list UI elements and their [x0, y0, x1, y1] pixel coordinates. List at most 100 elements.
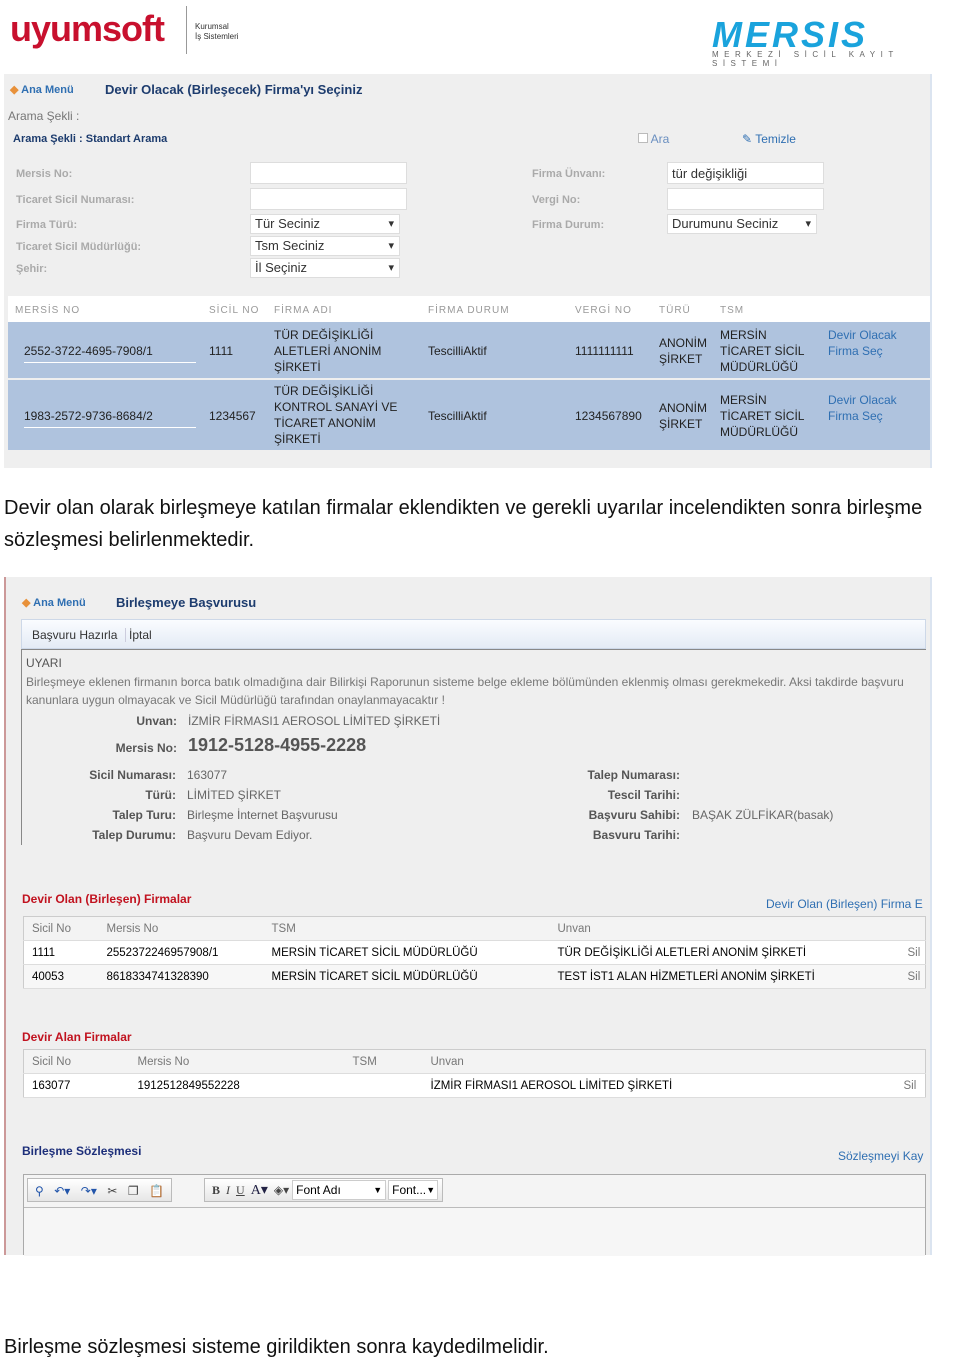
arrow-left-icon: ◆: [10, 84, 19, 96]
firma-turu-select[interactable]: Tür Seciniz: [250, 214, 400, 234]
cell-mersis: 1912512849552228: [129, 1073, 345, 1098]
page-title: Birleşmeye Başvurusu: [116, 595, 257, 610]
vergi-no-input[interactable]: [667, 188, 824, 210]
firma-unvani-input[interactable]: tür değişikliği: [667, 162, 824, 184]
ana-menu-label: Ana Menü: [33, 597, 86, 609]
redo-icon[interactable]: ↷▾: [78, 1184, 100, 1198]
ticaret-sicil-no-label: Ticaret Sicil Numarası:: [16, 194, 135, 206]
cell-sicil: 1111: [209, 344, 234, 358]
ana-menu-link[interactable]: ◆ Ana Menü: [22, 596, 86, 609]
ana-menu-label: Ana Menü: [21, 84, 74, 96]
sozlesmeyi-kaydet-link[interactable]: Sözleşmeyi Kay: [838, 1149, 923, 1163]
ara-checkbox[interactable]: Ara: [638, 132, 669, 146]
font-name-value: Font Adı: [296, 1183, 341, 1197]
sil-link[interactable]: Sil: [907, 964, 926, 989]
devir-olacak-firma-sec-link[interactable]: Devir Olacak Firma Seç: [828, 392, 898, 424]
highlight-color-icon[interactable]: ◈▾: [271, 1183, 292, 1197]
paste-icon[interactable]: 📋: [146, 1184, 167, 1198]
col-sicil: SİCİL NO: [209, 305, 260, 316]
birlesme-basvuru-screenshot: ◆ Ana Menü Birleşmeye Başvurusu Başvuru …: [4, 577, 932, 1256]
firma-durum-value: Durumunu Seciniz: [672, 216, 779, 231]
cell-mersis: 2552372246957908/1: [98, 940, 264, 965]
col-unvan: Unvan: [422, 1049, 896, 1074]
firma-turu-value: Tür Seciniz: [255, 216, 321, 231]
uyumsoft-logo: uyumsoft: [10, 8, 165, 49]
italic-button[interactable]: I: [223, 1183, 233, 1198]
mersis-no-label: Mersis No:: [16, 168, 73, 180]
mersis-no-label: Mersis No:: [115, 741, 177, 755]
ara-label: Ara: [650, 132, 670, 146]
cell-vergi: 1234567890: [575, 409, 642, 423]
info-label: Talep Numarası:: [587, 768, 680, 782]
info-label: Talep Durumu:: [92, 828, 176, 842]
ana-menu-link[interactable]: ◆ Ana Menü: [10, 83, 74, 96]
cell-firma: TÜR DEĞİŞİKLİĞİ KONTROL SANAYİ VE TİCARE…: [274, 384, 398, 446]
editor-body[interactable]: [24, 1207, 925, 1256]
cell-durum: TescilliAktif: [428, 344, 487, 358]
col-durum: FİRMA DURUM: [428, 305, 510, 316]
chevron-down-icon: ▼: [373, 1185, 383, 1195]
info-label: Tescil Tarihi:: [607, 788, 680, 802]
cell-turu: ANONİM ŞİRKET: [659, 336, 707, 366]
table-row: 40053 8618334741328390 MERSİN TİCARET SİCİ…: [23, 964, 926, 989]
cell-unvan: TÜR DEĞİŞİKLİĞİ ALETLERİ ANONİM ŞİRKETİ: [549, 940, 908, 965]
mersis-no-value: 1912-5128-4955-2228: [188, 735, 367, 755]
paragraph-2: Birleşme sözleşmesi sisteme girildikten …: [4, 1336, 549, 1358]
uyari-text: Birleşmeye eklenen firmanın borca batık …: [26, 675, 904, 707]
devir-olacak-firma-sec-link[interactable]: Devir Olacak Firma Seç: [828, 327, 898, 359]
firma-unvani-label: Firma Ünvanı:: [532, 168, 606, 180]
firma-turu-label: Firma Türü:: [16, 219, 78, 231]
arama-sekli-label: Arama Şekli :: [8, 109, 80, 123]
table-row: 1111 2552372246957908/1 MERSİN TİCARET SİC…: [23, 940, 926, 965]
col-firma: FİRMA ADI: [274, 305, 333, 316]
tsm-label: Ticaret Sicil Müdürlüğü:: [16, 241, 142, 253]
info-label: Başvuru Sahibi:: [588, 808, 680, 822]
cut-icon[interactable]: ✂: [104, 1184, 120, 1198]
tab-basvuru-hazirla[interactable]: Başvuru Hazırla: [32, 628, 127, 642]
font-color-button[interactable]: A▾: [248, 1182, 271, 1199]
ticaret-sicil-no-input[interactable]: [250, 188, 407, 210]
arama-sekli-value: Arama Şekli : Standart Arama: [13, 133, 168, 145]
cell-unvan: İZMİR FİRMASI1 AEROSOL LİMİTED ŞİRKETİ: [422, 1073, 896, 1098]
sehir-select[interactable]: İl Seçiniz: [250, 258, 400, 278]
info-label: Basvuru Tarihi:: [592, 828, 680, 842]
right-info: Talep Numarası: Tescil Tarihi: Başvuru S…: [520, 765, 834, 845]
undo-icon[interactable]: ↶▾: [51, 1184, 73, 1198]
cell-firma: TÜR DEĞİŞİKLİĞİ ALETLERİ ANONİM ŞİRKETİ: [274, 328, 382, 374]
cell-sicil: 1234567: [209, 409, 256, 423]
sil-link[interactable]: Sil: [907, 940, 926, 965]
devir-olan-firma-ekle-link[interactable]: Devir Olan (Birleşen) Firma E: [766, 897, 923, 911]
cell-turu: ANONİM ŞİRKET: [659, 401, 707, 431]
copy-icon[interactable]: ❐: [125, 1184, 142, 1198]
cell-sicil: 163077: [23, 1073, 130, 1098]
sehir-label: Şehir:: [16, 263, 48, 275]
tsm-select[interactable]: Tsm Seciniz: [250, 236, 400, 256]
tab-bar: Başvuru Hazırla İptal: [21, 619, 926, 649]
firma-search-screenshot: ◆ Ana Menü Devir Olacak (Birleşecek) Fir…: [4, 74, 932, 468]
sil-link[interactable]: Sil: [895, 1073, 926, 1098]
table-row[interactable]: 2552-3722-4695-7908/1 1111 TÜR DEĞİŞİKLİ…: [8, 322, 930, 378]
cell-tsm: MERSİN TİCARET SİCİL MÜDÜRLÜĞÜ: [720, 328, 805, 374]
temizle-button[interactable]: ✎ Temizle: [742, 132, 796, 146]
info-value: 163077: [187, 768, 228, 782]
uyumsoft-logo-sub: Kurumsal İş Sistemleri: [186, 6, 239, 54]
table-row: 163077 1912512849552228 İZMİR FİRMASI1 AER…: [23, 1073, 926, 1098]
cell-sicil: 40053: [23, 964, 99, 989]
col-vergi: VERGİ NO: [575, 305, 632, 316]
font-size-select[interactable]: Font... ▼: [388, 1180, 439, 1200]
font-name-select[interactable]: Font Adı ▼: [292, 1180, 387, 1200]
col-mersis: Mersis No: [129, 1049, 345, 1074]
rich-text-editor[interactable]: ⚲ ↶▾ ↷▾ ✂ ❐ 📋 B I U A▾ ◈▾ Font Adı ▼ Font…: [23, 1174, 926, 1256]
mersis-no-input[interactable]: [250, 162, 407, 184]
cell-sicil: 1111: [23, 940, 99, 965]
firma-durum-select[interactable]: Durumunu Seciniz: [667, 214, 817, 234]
find-icon[interactable]: ⚲: [32, 1184, 47, 1198]
devir-olan-heading: Devir Olan (Birleşen) Firmalar: [22, 892, 192, 906]
tab-iptal[interactable]: İptal: [129, 628, 152, 642]
format-toolbar: B I U A▾ ◈▾ Font Adı ▼ Font... ▼: [204, 1178, 444, 1202]
underline-button[interactable]: U: [233, 1183, 248, 1198]
table-row[interactable]: 1983-2572-9736-8684/2 1234567 TÜR DEĞİŞİ…: [8, 380, 930, 450]
bold-button[interactable]: B: [209, 1183, 223, 1198]
tsm-value: Tsm Seciniz: [255, 238, 325, 253]
devir-olan-table: Sicil No Mersis No TSM Unvan 1111 2552372246…: [23, 916, 926, 989]
